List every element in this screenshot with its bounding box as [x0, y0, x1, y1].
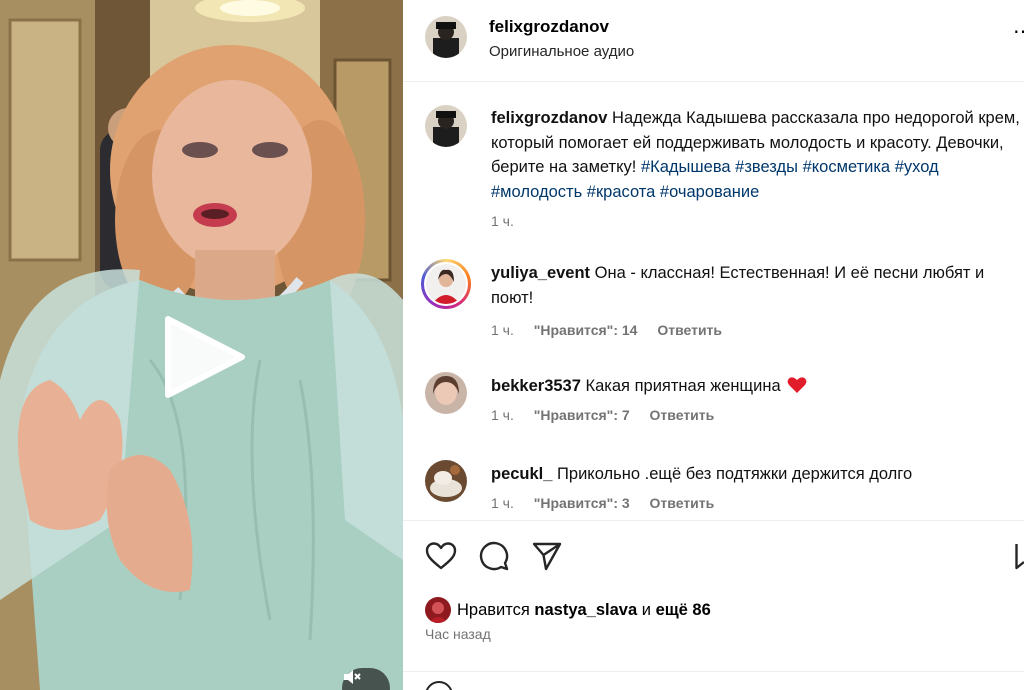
hashtag[interactable]: #Кадышева — [641, 158, 731, 176]
comment-time: 1 ч. — [491, 407, 514, 423]
author-username[interactable]: felixgrozdanov — [489, 17, 609, 37]
comment-username[interactable]: yuliya_event — [491, 264, 590, 282]
likes-others[interactable]: ещё 86 — [656, 601, 711, 620]
hashtag[interactable]: #косметика — [803, 158, 891, 176]
caption-time: 1 ч. — [491, 213, 514, 229]
comment-text: bekker3537 Какая приятная женщина — [491, 374, 1021, 399]
heart-emoji-icon — [787, 377, 807, 393]
comments-list[interactable]: felixgrozdanov Надежда Кадышева рассказа… — [403, 83, 1024, 520]
comment-meta: 1 ч. "Нравится": 3 Ответить — [491, 495, 730, 511]
comment-time: 1 ч. — [491, 322, 514, 338]
reply-button[interactable]: Ответить — [657, 322, 722, 338]
commenter-avatar[interactable] — [425, 460, 467, 502]
comment-item: bekker3537 Какая приятная женщина 1 ч. "… — [403, 370, 1024, 430]
reply-button[interactable]: Ответить — [650, 407, 715, 423]
caption-username[interactable]: felixgrozdanov — [491, 109, 607, 127]
hashtag[interactable]: #звезды — [735, 158, 798, 176]
more-dots-icon[interactable]: ⋯ — [1013, 22, 1024, 42]
audio-label[interactable]: Оригинальное аудио — [489, 43, 634, 60]
author-avatar[interactable] — [425, 16, 467, 58]
comment-body: Какая приятная женщина — [585, 377, 781, 395]
comment-username[interactable]: pecukl_ — [491, 465, 552, 483]
commenter-avatar[interactable] — [426, 264, 466, 304]
play-button[interactable] — [160, 313, 248, 401]
share-button[interactable] — [531, 541, 563, 576]
paper-plane-icon — [532, 542, 562, 571]
reply-button[interactable]: Ответить — [650, 495, 715, 511]
heart-outline-icon — [425, 542, 457, 570]
post-sidebar: felixgrozdanov Оригинальное аудио ⋯ feli… — [403, 0, 1024, 690]
comment-button[interactable] — [478, 541, 510, 576]
bookmark-icon — [1015, 544, 1024, 570]
story-ring[interactable] — [421, 259, 471, 309]
likes-connector: и — [641, 600, 651, 619]
post-header: felixgrozdanov Оригинальное аудио ⋯ — [403, 0, 1024, 82]
caption: felixgrozdanov Надежда Кадышева рассказа… — [403, 103, 1024, 253]
hashtag[interactable]: #молодость — [491, 183, 582, 201]
comment-meta: 1 ч. "Нравится": 14 Ответить — [491, 322, 738, 338]
hashtag[interactable]: #красота — [587, 183, 656, 201]
comment-item: yuliya_event Она - классная! Естественна… — [403, 255, 1024, 345]
play-icon — [165, 316, 245, 398]
post-actions: Нравится nastya_slava и ещё 86 Час назад — [403, 520, 1024, 690]
caption-text: felixgrozdanov Надежда Кадышева рассказа… — [491, 106, 1021, 204]
comment-text: pecukl_ Прикольно .ещё без подтяжки держ… — [491, 462, 1021, 487]
comment-bubble-icon — [479, 541, 509, 571]
video-player[interactable] — [0, 0, 403, 690]
likes-summary[interactable]: Нравится nastya_slava и ещё 86 — [425, 597, 711, 623]
comment-meta: 1 ч. "Нравится": 7 Ответить — [491, 407, 730, 423]
comment-text: yuliya_event Она - классная! Естественна… — [491, 261, 1021, 310]
divider — [403, 671, 1024, 672]
likes-prefix: Нравится — [457, 600, 530, 619]
comment-item: pecukl_ Прикольно .ещё без подтяжки держ… — [403, 458, 1024, 518]
comment-likes[interactable]: "Нравится": 7 — [534, 407, 630, 423]
commenter-avatar[interactable] — [425, 372, 467, 414]
comment-username[interactable]: bekker3537 — [491, 377, 581, 395]
like-button[interactable] — [425, 541, 457, 576]
caption-meta: 1 ч. — [491, 213, 530, 229]
save-button[interactable] — [1015, 541, 1024, 576]
emoji-icon[interactable] — [425, 681, 453, 690]
liker-avatar — [425, 597, 451, 623]
caption-author-avatar[interactable] — [425, 105, 467, 147]
comment-time: 1 ч. — [491, 495, 514, 511]
hashtag[interactable]: #уход — [895, 158, 939, 176]
hashtag[interactable]: #очарование — [660, 183, 759, 201]
muted-speaker-icon — [344, 670, 361, 684]
comment-likes[interactable]: "Нравится": 14 — [534, 322, 638, 338]
comment-body: Прикольно .ещё без подтяжки держится дол… — [557, 465, 913, 483]
post-time: Час назад — [425, 626, 491, 642]
liker-username[interactable]: nastya_slava — [534, 601, 637, 620]
comment-likes[interactable]: "Нравится": 3 — [534, 495, 630, 511]
